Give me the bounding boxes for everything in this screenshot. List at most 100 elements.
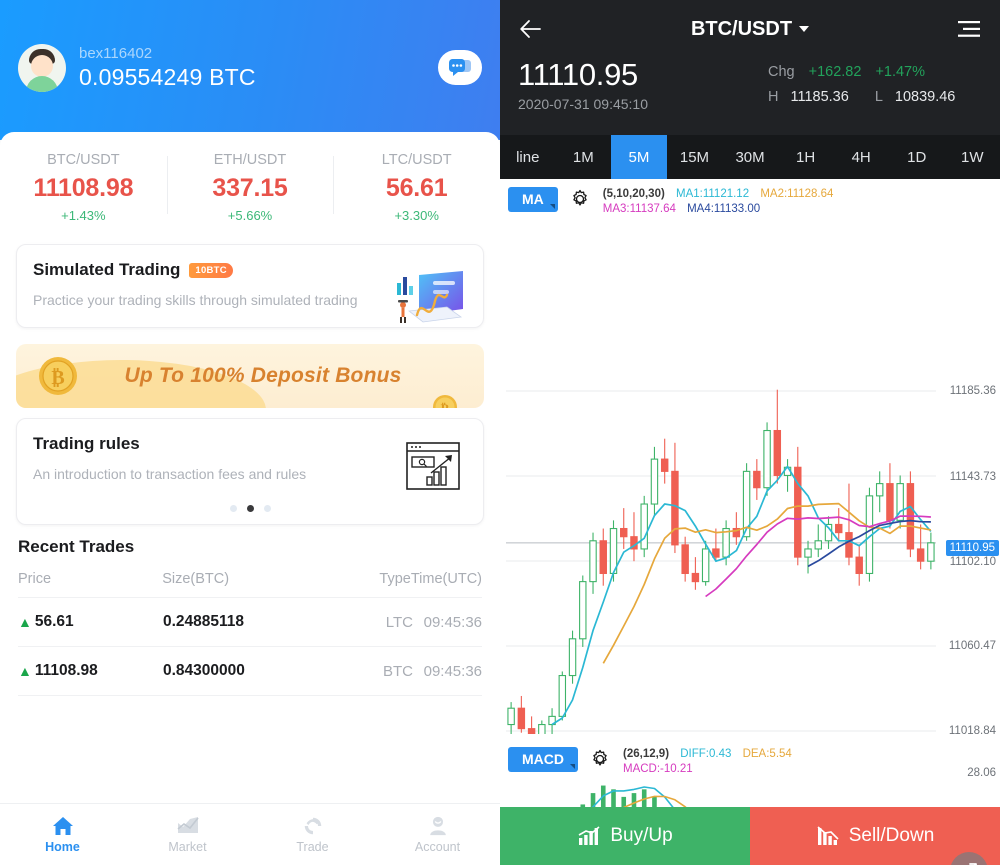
trade-type: BTC [383,662,413,680]
exchange-icon [304,817,321,835]
trade-size: 0.84300000 [163,662,245,679]
recent-trades-table: Price Size(BTC) Type Time(UTC) ▲ 56.61 0… [18,559,482,696]
tf-1h[interactable]: 1H [778,135,834,179]
tf-30m[interactable]: 30M [722,135,778,179]
simulated-trading-card[interactable]: Simulated Trading 10BTC Practice your tr… [16,244,484,328]
tab-home[interactable]: Home [0,804,125,865]
bottom-tab-bar: Home Market Trade Account [0,803,500,865]
tf-1m[interactable]: 1M [556,135,612,179]
laptop-chart-illustration [397,271,463,323]
ma-params: (5,10,20,30) [602,188,665,200]
macd-dea: DEA:5.54 [742,748,792,760]
macd-indicator-button[interactable]: MACD [508,747,578,772]
person-icon [429,816,446,836]
ma1-value: MA1:11121.12 [676,188,750,200]
buy-up-label: Buy/Up [610,825,673,846]
svg-text:₿: ₿ [441,401,450,408]
chg-label: Chg [768,64,795,80]
high-value: 11185.36 [790,89,849,105]
tf-line[interactable]: line [500,135,556,179]
ticker-card[interactable]: LTC/USDT 56.61 +3.30% [333,150,500,226]
user-summary[interactable]: bex116402 0.09554249 BTC [18,44,256,92]
tf-1w[interactable]: 1W [945,135,1000,179]
carousel-dot[interactable] [229,505,237,512]
macd-legend: MACD (26,12,9) DIFF:0.43 DEA:5.54 MACD:-… [500,739,1000,777]
arrow-up-icon: ▲ [18,614,32,630]
chg-percent: +1.47% [875,64,926,80]
tab-trade-label: Trade [296,840,329,854]
table-header: Price Size(BTC) Type Time(UTC) [18,559,482,598]
expand-icon [969,863,977,865]
trading-rules-card[interactable]: Trading rules An introduction to transac… [16,418,484,525]
ticker-pair: BTC/USDT [47,152,120,168]
trade-time: 09:45:36 [423,662,482,680]
quote-timestamp: 2020-07-31 09:45:10 [518,96,648,112]
ticker-price: 11108.98 [33,174,134,202]
back-arrow-icon[interactable] [518,16,544,42]
gear-icon[interactable] [570,189,590,209]
document-chart-icon [406,442,460,490]
gear-icon[interactable] [590,749,610,769]
trading-rules-subtitle: An introduction to transaction fees and … [33,466,307,482]
low-value: 10839.46 [894,89,956,105]
tf-1d[interactable]: 1D [889,135,945,179]
trade-price: 56.61 [34,613,74,630]
arrow-up-icon: ▲ [18,663,32,679]
ticker-pair: ETH/USDT [213,152,287,168]
deposit-bonus-text: Up To 100% Deposit Bonus [124,364,402,387]
trade-time: 09:45:36 [423,613,482,631]
chart-header: BTC/USDT 11110.95 2020-07-31 09:45:10 Ch… [500,0,1000,135]
carousel-dot[interactable] [263,505,271,512]
table-row: ▲ 11108.98 0.84300000 BTC 09:45:36 [18,647,482,696]
home-panel: bex116402 0.09554249 BTC BTC/USDT 11108.… [0,0,500,865]
tab-home-label: Home [45,840,80,854]
ticker-change: +3.30% [394,208,439,223]
pair-selector[interactable]: BTC/USDT [691,18,810,41]
ma3-value: MA3:11137.64 [602,203,676,215]
candlestick-chart [506,389,936,734]
ticker-row: BTC/USDT 11108.98 +1.43% ETH/USDT 337.15… [0,132,500,234]
table-row: ▲ 56.61 0.24885118 LTC 09:45:36 [18,598,482,647]
ma2-value: MA2:11128.64 [760,188,834,200]
ticker-card[interactable]: ETH/USDT 337.15 +5.66% [166,150,334,226]
hamburger-menu-icon[interactable] [956,18,982,40]
ticker-change: +5.66% [227,208,273,223]
tf-15m[interactable]: 15M [667,135,723,179]
ticker-card[interactable]: BTC/USDT 11108.98 +1.43% [0,150,167,226]
simulated-trading-title: Simulated Trading [33,260,181,279]
col-type: Type [379,571,411,587]
ticker-price: 56.61 [385,174,448,202]
tf-5m[interactable]: 5M [611,135,667,179]
timeframe-tabs: line 1M 5M 15M 30M 1H 4H 1D 1W [500,135,1000,179]
simulated-trading-badge: 10BTC [189,262,233,278]
low-label: L [874,89,883,105]
ma4-value: MA4:11133.00 [687,203,761,215]
buy-up-button[interactable]: Buy/Up [500,807,750,865]
tab-market-label: Market [168,840,207,854]
carousel-dot-active[interactable] [246,505,254,512]
user-avatar-icon [18,44,66,92]
trade-price: 11108.98 [34,662,98,679]
chart-icon [176,817,199,833]
tab-trade[interactable]: Trade [250,804,375,865]
username-label: bex116402 [79,44,153,62]
tab-account-label: Account [414,840,461,854]
trade-size: 0.24885118 [163,613,245,630]
app-screen: bex116402 0.09554249 BTC BTC/USDT 11108.… [0,0,1000,865]
chart-panel: BTC/USDT 11110.95 2020-07-31 09:45:10 Ch… [500,0,1000,865]
quote-block: 11110.95 2020-07-31 09:45:10 Chg +162.82… [500,58,1000,116]
macd-value: MACD:-10.21 [623,763,693,775]
tab-account[interactable]: Account [375,804,500,865]
carousel-dots[interactable] [17,501,483,524]
chat-button[interactable] [438,50,482,85]
chart-area[interactable]: MA (5,10,20,30) MA1:11121.12 MA2:11128.6… [500,179,1000,865]
tab-market[interactable]: Market [125,804,250,865]
chat-bubble-icon [449,59,471,76]
tf-4h[interactable]: 4H [833,135,889,179]
sell-down-label: Sell/Down [848,825,935,846]
ma-indicator-button[interactable]: MA [508,187,558,212]
deposit-bonus-banner[interactable]: ₿ ₿ Up To 100% Deposit Bonus [16,344,484,408]
chg-absolute: +162.82 [808,64,862,80]
trade-type: LTC [385,613,413,631]
ticker-pair: LTC/USDT [381,152,452,168]
